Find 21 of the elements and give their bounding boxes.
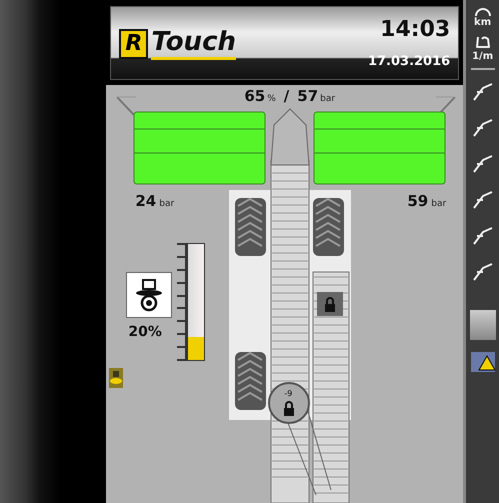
logo-letter: R [119, 28, 148, 58]
joint-angle: -9 [284, 389, 292, 398]
separator-slash: / [284, 87, 290, 105]
tank-icon [126, 272, 172, 318]
pressure-unit: bar [320, 94, 336, 104]
gauge-icon[interactable] [474, 6, 492, 17]
unit-label: km [474, 17, 492, 28]
clock-time: 14:03 [380, 17, 450, 42]
sprayer-status-icon [109, 368, 124, 388]
warning-icon[interactable] [470, 352, 495, 372]
percent-unit: % [267, 94, 276, 104]
right-pressure-value: 59 [407, 192, 428, 210]
left-pressure-unit: bar [159, 199, 174, 209]
left-pressure-value: 24 [135, 192, 156, 210]
clock-date: 17.03.2016 [368, 54, 450, 69]
fill-percent: 20% [128, 324, 162, 340]
unit-label: 1/m [472, 51, 494, 62]
right-pressure-unit: bar [431, 199, 446, 209]
rate-percent: 65 [244, 87, 266, 105]
logo-text: Touch [151, 27, 236, 60]
pressure-value: 57 [297, 87, 318, 105]
